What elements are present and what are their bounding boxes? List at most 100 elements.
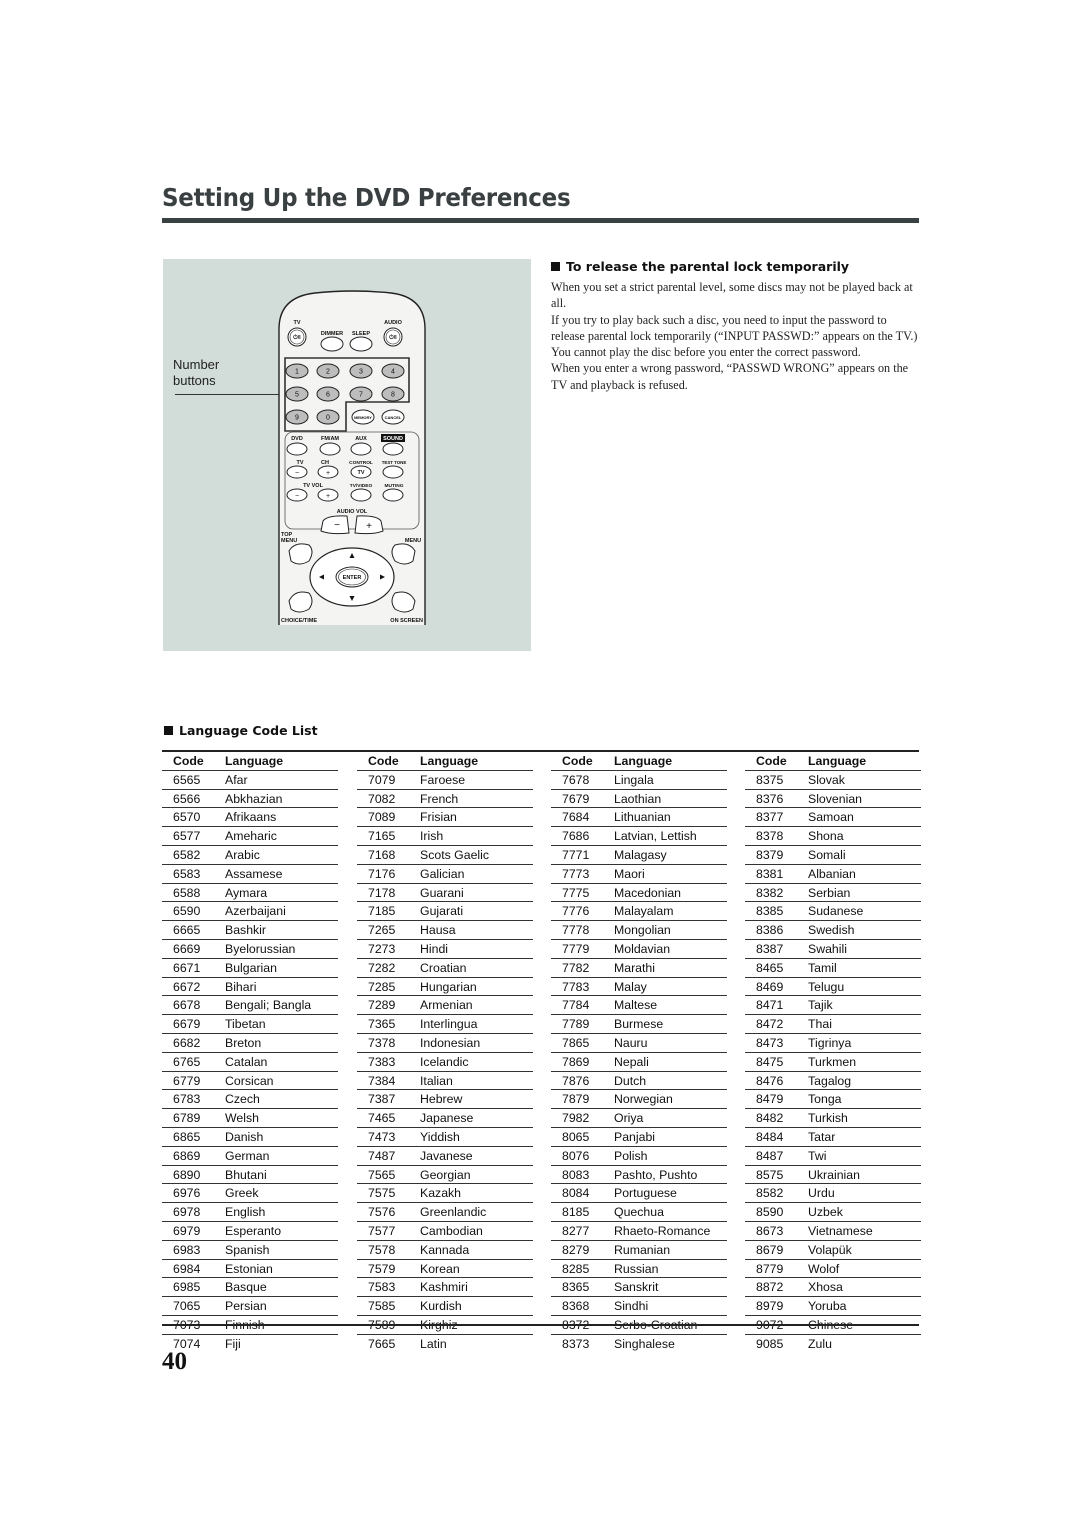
language-column-3: Code Language 7678 Lingala 7679 Laothian 7684 L… — [551, 752, 727, 1353]
sound-button[interactable] — [382, 442, 404, 456]
number-button-7[interactable]: 7 — [349, 386, 373, 402]
number-button-4[interactable]: 4 — [381, 363, 405, 379]
table-row: 8469 Telugu — [745, 978, 921, 997]
table-row: 7165 Irish — [357, 827, 533, 846]
tv-ch-plus-button[interactable]: + — [317, 465, 339, 479]
number-button-5[interactable]: 5 — [285, 386, 309, 402]
language-name: Shona — [808, 829, 844, 844]
language-code: 6582 — [173, 847, 201, 862]
table-row: 7982 Oriya — [551, 1109, 727, 1128]
language-code: 6789 — [173, 1111, 201, 1126]
language-code: 7384 — [368, 1073, 396, 1088]
fmam-button[interactable] — [319, 442, 341, 456]
language-name: Portuguese — [614, 1186, 677, 1201]
language-code: 7082 — [368, 791, 396, 806]
language-name: Indonesian — [420, 1035, 481, 1050]
language-code: 8465 — [756, 960, 784, 975]
number-button-6[interactable]: 6 — [316, 386, 340, 402]
dimmer-button[interactable] — [320, 336, 344, 352]
language-name: Volapük — [808, 1242, 852, 1257]
language-name: Korean — [420, 1261, 460, 1276]
tv-vol-plus-button[interactable]: + — [317, 488, 339, 502]
language-name: Kurdish — [420, 1299, 462, 1314]
language-code: 8872 — [756, 1280, 784, 1295]
language-name: Russian — [614, 1261, 659, 1276]
tv-video-button[interactable] — [350, 488, 372, 502]
language-code: 7779 — [562, 941, 590, 956]
table-row: 8376 Slovenian — [745, 790, 921, 809]
table-header-row: Code Language — [357, 752, 533, 771]
paragraph: If you try to play back such a disc, you… — [551, 312, 918, 360]
table-row: 8379 Somali — [745, 846, 921, 865]
language-code: 6865 — [173, 1129, 201, 1144]
table-row: 6565 Afar — [162, 771, 338, 790]
number-button-label: 0 — [326, 415, 330, 422]
language-name: Samoan — [808, 810, 854, 825]
language-code: 8979 — [756, 1299, 784, 1314]
aux-button[interactable] — [350, 442, 372, 456]
top-menu-button[interactable] — [288, 543, 313, 565]
language-name: Mongolian — [614, 923, 671, 938]
table-row: 7678 Lingala — [551, 771, 727, 790]
table-row: 7387 Hebrew — [357, 1090, 533, 1110]
table-row: 6779 Corsican — [162, 1072, 338, 1091]
number-button-label: 3 — [359, 369, 363, 376]
language-code: 6979 — [173, 1223, 201, 1238]
number-button-2[interactable]: 2 — [316, 363, 340, 379]
language-code: 7465 — [368, 1111, 396, 1126]
table-row: 7876 Dutch — [551, 1072, 727, 1091]
table-row: 8582 Urdu — [745, 1184, 921, 1204]
language-name: Lingala — [614, 772, 654, 787]
number-button-1[interactable]: 1 — [285, 363, 309, 379]
table-row: 6983 Spanish — [162, 1241, 338, 1260]
table-row: 8377 Samoan — [745, 808, 921, 828]
code-header: Code — [756, 754, 787, 768]
language-code: 7583 — [368, 1280, 396, 1295]
tv-ch-minus-button[interactable]: − — [286, 465, 308, 479]
audio-power-button[interactable]: ⏻/I — [383, 327, 403, 347]
number-button-9[interactable]: 9 — [285, 409, 309, 425]
language-name: Albanian — [808, 866, 856, 881]
table-row: 7578 Kannada — [357, 1241, 533, 1260]
tv-power-button[interactable]: ⏻/I — [287, 327, 307, 347]
language-column-2: Code Language 7079 Faroese 7082 French 7089 Fri… — [357, 752, 533, 1353]
language-code: 8083 — [562, 1167, 590, 1182]
callout-label-number: Number — [173, 357, 220, 372]
table-row: 7665 Latin — [357, 1335, 533, 1353]
number-button-8[interactable]: 8 — [381, 386, 405, 402]
number-button-3[interactable]: 3 — [349, 363, 373, 379]
sleep-button[interactable] — [349, 336, 373, 352]
language-code: 6669 — [173, 941, 201, 956]
language-code: 8382 — [756, 885, 784, 900]
language-code: 8484 — [756, 1129, 784, 1144]
table-row: 7583 Kashmiri — [357, 1278, 533, 1298]
number-button-0[interactable]: 0 — [316, 409, 340, 425]
language-code: 8375 — [756, 772, 784, 787]
menu-button[interactable] — [391, 543, 416, 565]
control-tv-button[interactable]: TV — [350, 465, 372, 479]
table-row: 7575 Kazakh — [357, 1184, 533, 1204]
language-code: 7679 — [562, 791, 590, 806]
language-code: 7876 — [562, 1073, 590, 1088]
tv-vol-minus-button[interactable]: − — [286, 488, 308, 502]
language-name: Abkhazian — [225, 791, 283, 806]
language-code: 6671 — [173, 960, 201, 975]
language-name: Croatian — [420, 960, 467, 975]
audio-vol-plus-button[interactable]: + — [354, 515, 384, 535]
test-tone-button[interactable] — [382, 465, 404, 479]
language-name: Turkmen — [808, 1054, 857, 1069]
table-row: 6979 Esperanto — [162, 1222, 338, 1241]
table-row: 7865 Nauru — [551, 1034, 727, 1053]
language-code: 7575 — [368, 1186, 396, 1201]
table-row: 8378 Shona — [745, 827, 921, 846]
dvd-button[interactable] — [286, 442, 308, 456]
language-header: Language — [225, 754, 284, 768]
top-menu-label-2: MENU — [281, 538, 297, 544]
muting-button[interactable] — [382, 488, 404, 502]
language-name: Hindi — [420, 941, 449, 956]
language-name: Danish — [225, 1129, 264, 1144]
language-name: Sudanese — [808, 904, 864, 919]
language-code: 8285 — [562, 1261, 590, 1276]
audio-vol-minus-button[interactable]: − — [320, 515, 350, 535]
dvd-label: DVD — [291, 436, 303, 442]
